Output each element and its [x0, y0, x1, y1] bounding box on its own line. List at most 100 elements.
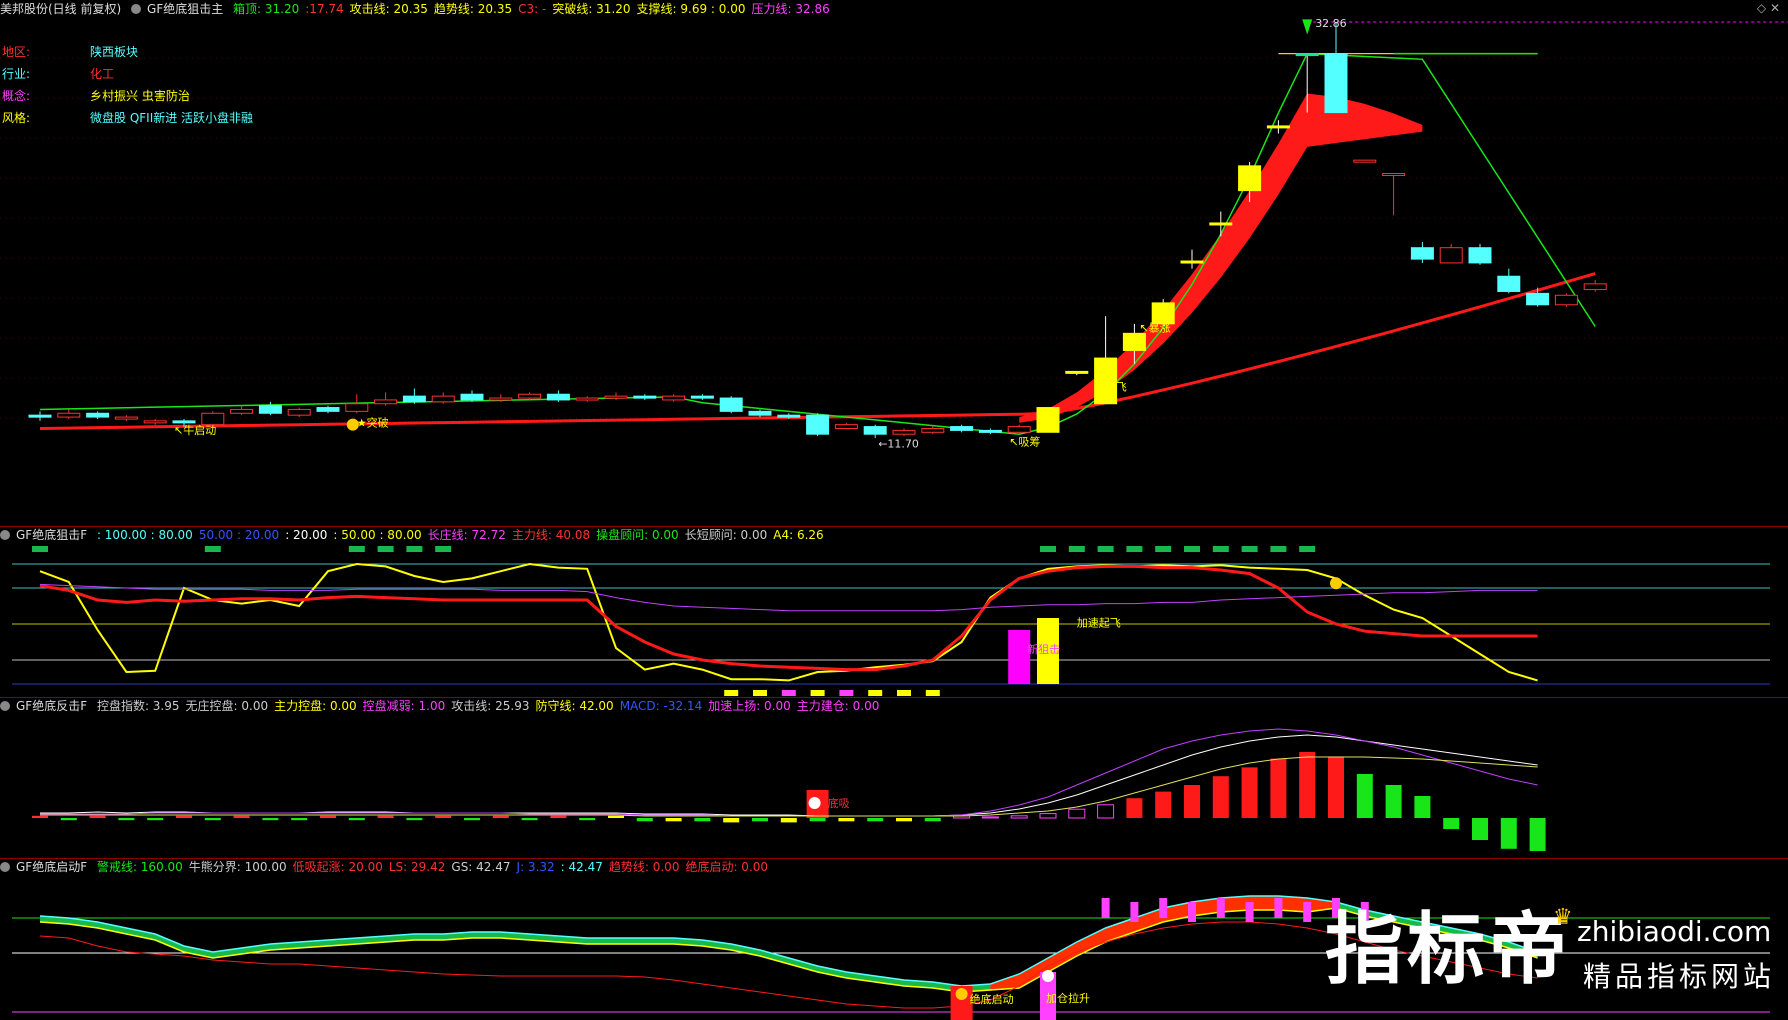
signal-block [1241, 546, 1258, 552]
candle-body [1526, 292, 1550, 306]
signal-bar [1159, 898, 1168, 918]
p2-indicator-name[interactable]: GF绝底狙击F [16, 528, 87, 542]
bottom-signal-block [868, 690, 883, 696]
signal-baozhang-label: ↖暴涨 [1139, 321, 1170, 334]
candle-body [950, 426, 974, 431]
signal-bar [1101, 898, 1110, 918]
indicator-value: 绝底启动: 0.00 [685, 860, 769, 874]
candle-body [86, 412, 110, 418]
candle-body [1583, 283, 1607, 291]
candle-body [1554, 294, 1578, 306]
candle-body [114, 416, 138, 420]
p4-indicator-values: 警戒线: 160.00 牛熊分界: 100.00 低吸起涨: 20.00 LS: 29… [97, 860, 774, 874]
histogram-bar [262, 818, 279, 821]
histogram-bar [752, 818, 768, 822]
candle-body [1122, 332, 1146, 351]
histogram-bar [1184, 785, 1200, 818]
main-header: 美邦股份(日线 前复权) GF绝底狙击主 箱顶: 31.20:17.74 攻击线:… [0, 0, 1700, 18]
histogram-bar [1270, 758, 1287, 818]
candle-body [518, 393, 542, 399]
indicator-value: 加速上扬: 0.00 [708, 699, 791, 713]
candle-body [575, 397, 599, 401]
candle-body [489, 397, 513, 401]
p4-indicator-name[interactable]: GF绝底启动F [16, 860, 87, 874]
histogram-bar [377, 815, 394, 818]
signal-block [435, 546, 452, 552]
histogram-bar [981, 816, 999, 819]
signal-bar [1130, 902, 1139, 922]
signal-tupo-label: ★突破 [357, 416, 389, 430]
p2-header: GF绝底狙击F : 100.00 : 80.00 50.00 : 20.00: 2… [0, 526, 1700, 544]
signal-juedi-label: 绝底启动 [970, 992, 1014, 1006]
price-low-label: ←11.70 [878, 438, 919, 451]
candle-body [863, 426, 887, 435]
bottom-signal-block [925, 690, 940, 696]
candle-body [1036, 407, 1060, 433]
histogram-bar [723, 818, 740, 823]
p3-indicator-name[interactable]: GF绝底反击F [16, 699, 87, 713]
candle-body [57, 412, 81, 418]
indicator-value: 突破线: 31.20 [552, 2, 631, 16]
signal-block [1270, 546, 1287, 552]
candle-body [806, 414, 830, 435]
signal-block [1155, 546, 1172, 552]
signal-bar [1303, 902, 1312, 922]
histogram-bar [1356, 774, 1373, 818]
histogram-bar [406, 818, 423, 821]
candle-body [690, 395, 714, 399]
p3-settings-icon[interactable] [0, 701, 10, 711]
close-icon[interactable]: ✕ [1770, 1, 1780, 15]
candle-body [1324, 53, 1348, 114]
candle-body [633, 395, 657, 399]
candle-body [748, 410, 772, 416]
p2-settings-icon[interactable] [0, 530, 10, 540]
p3-chart[interactable]: 底吸 [0, 715, 1788, 858]
histogram-bar [579, 818, 596, 821]
candle-body [1353, 159, 1377, 163]
expand-icon[interactable]: ◇ [1757, 1, 1766, 15]
signal-block [1299, 546, 1316, 552]
candle-body [1468, 247, 1492, 264]
indicator-value: A4: 6.26 [773, 528, 824, 542]
histogram-bar [1155, 791, 1172, 818]
indicator-value: 警戒线: 160.00 [96, 860, 183, 874]
p3-indicator-values: 控盘指数: 3.95 无庄控盘: 0.00 主力控盘: 0.00 控盘减弱: 1.00… [97, 699, 885, 713]
candle-body [1497, 275, 1521, 292]
candle-body [1382, 172, 1406, 176]
histogram-bar [1097, 804, 1115, 819]
candle-body [892, 429, 916, 435]
indicator-value: 支撑线: 9.69 : 0.00 [636, 2, 746, 16]
candle-body [345, 403, 369, 412]
p2-indicator-values: : 100.00 : 80.00 50.00 : 20.00: 20.00: 50… [97, 528, 830, 542]
main-indicator-name[interactable]: GF绝底狙击主 [147, 2, 223, 16]
indicator-value: : 20.00 [285, 528, 328, 542]
indicator-settings-icon[interactable] [131, 4, 142, 14]
p2-chart[interactable]: 加速起飞新狙击 [0, 544, 1788, 696]
histogram-bar [1068, 808, 1086, 819]
signal-bar [1245, 902, 1254, 922]
signal-niu-label: ↖牛启动 [174, 423, 216, 437]
trend-curve [39, 921, 1538, 1009]
watermark: 指标帝 zhibiaodi.com 精品指标网站 ♛ [1325, 905, 1785, 1015]
histogram-bar [60, 818, 77, 821]
histogram-bar [608, 815, 624, 818]
indicator-value: 50.00 : 20.00 [198, 528, 280, 542]
candle-body [978, 429, 1002, 433]
up-arrow-icon [1302, 19, 1313, 35]
stock-title[interactable]: 美邦股份(日线 前复权) [0, 2, 121, 16]
histogram-bar [320, 815, 336, 818]
main-indicator-values: 箱顶: 31.20:17.74 攻击线: 20.35 趋势线: 20.35 C3: -… [233, 2, 836, 16]
indicator-value: :17.74 [305, 2, 344, 16]
attack-bar [1008, 630, 1031, 684]
signal-qifei-label: ↖起飞 [1096, 380, 1127, 393]
p4-settings-icon[interactable] [0, 862, 10, 872]
indicator-value: 控盘指数: 3.95 [96, 699, 180, 713]
window-controls[interactable]: ◇ ✕ [1757, 1, 1780, 15]
histogram-bar [1414, 796, 1431, 818]
indicator-value: MACD: -32.14 [619, 699, 703, 713]
signal-block [406, 546, 423, 552]
candle-body [374, 399, 398, 405]
watermark-domain: zhibiaodi.com [1577, 915, 1772, 948]
bottom-signal-block [810, 690, 825, 696]
main-kline-chart[interactable]: ↖牛启动 ★突破 ↖吸筹 ↖起飞 ↖暴涨 32.86 ←11.70 [0, 18, 1788, 530]
